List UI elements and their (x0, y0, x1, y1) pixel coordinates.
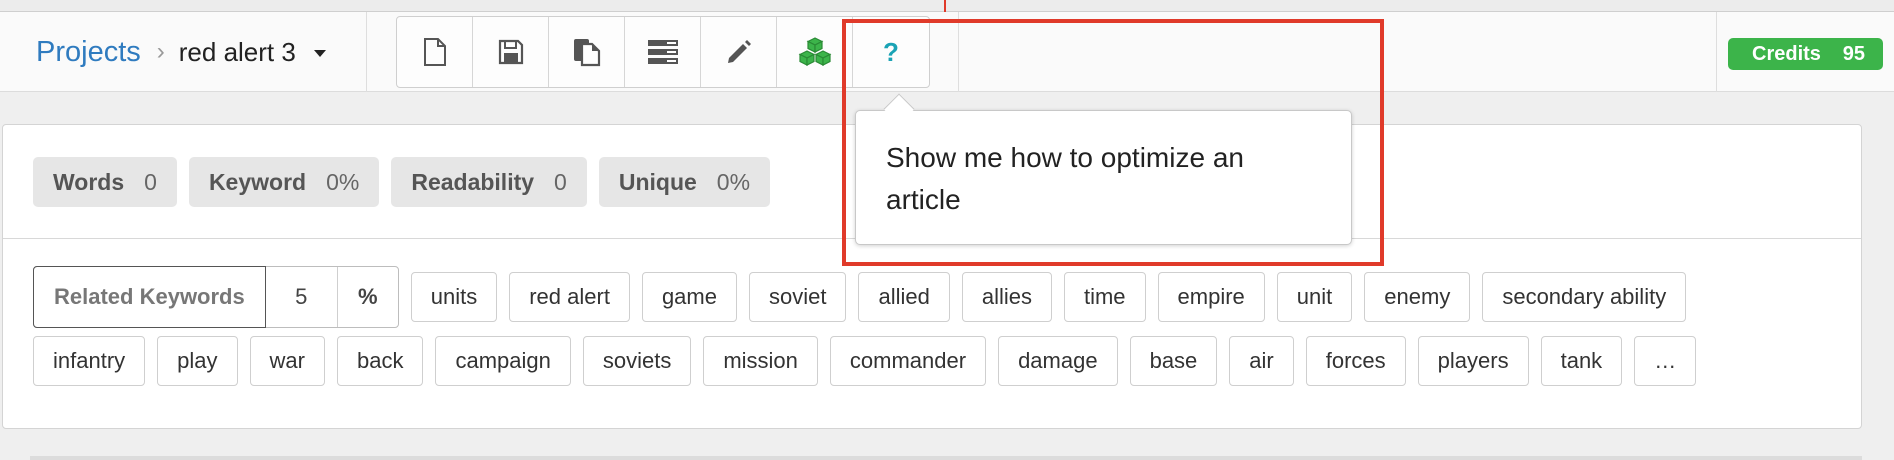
keyword-chip[interactable]: damage (998, 336, 1118, 386)
keyword-chip[interactable]: game (641, 272, 737, 322)
keyword-row: Related Keywords 5 % units red alert game s… (33, 266, 1833, 328)
keyword-chip[interactable]: enemy (1364, 272, 1471, 322)
keyword-chip[interactable]: commander (829, 336, 987, 386)
stat-label: Unique (618, 168, 697, 195)
percent-toggle[interactable]: % (338, 267, 398, 327)
help-tooltip[interactable]: Show me how to optimize an article (855, 93, 1352, 245)
keyword-chip[interactable]: forces (1305, 336, 1406, 386)
keyword-chip[interactable]: air (1229, 336, 1294, 386)
stat-unique: Unique 0% (598, 157, 771, 207)
cubes-icon (798, 37, 831, 66)
keyword-chip[interactable]: time (1063, 272, 1146, 322)
keyword-count[interactable]: 5 (266, 267, 338, 327)
breadcrumb-separator: › (156, 38, 165, 65)
save-icon (498, 39, 523, 65)
copy-button[interactable] (549, 17, 625, 87)
stat-keyword: Keyword 0% (188, 157, 380, 207)
project-name: red alert 3 (178, 36, 296, 67)
stat-value: 0% (326, 168, 360, 195)
highlight-connector (944, 0, 946, 12)
keyword-chip[interactable]: red alert (509, 272, 630, 322)
header-divider (366, 12, 367, 92)
keyword-chip[interactable]: mission (703, 336, 818, 386)
keyword-chip[interactable]: … (1634, 336, 1697, 386)
stat-label: Words (53, 168, 125, 195)
related-keywords-button[interactable]: Related Keywords (33, 266, 266, 328)
stat-value: 0 (144, 168, 157, 195)
bottom-panel-edge (30, 456, 1862, 460)
credits-badge[interactable]: Credits 95 (1728, 38, 1883, 70)
keyword-chip[interactable]: base (1129, 336, 1218, 386)
stats-bar: Words 0 Keyword 0% Readability 0 Unique … (33, 157, 782, 207)
stat-readability: Readability 0 (391, 157, 587, 207)
stat-words: Words 0 (33, 157, 177, 207)
copy-icon (573, 39, 600, 67)
save-button[interactable] (473, 17, 549, 87)
pencil-icon (727, 40, 751, 63)
top-strip (0, 0, 1894, 12)
keyword-chip[interactable]: secondary ability (1482, 272, 1687, 322)
projects-link[interactable]: Projects (36, 36, 141, 69)
stat-label: Readability (411, 168, 535, 195)
keyword-chip[interactable]: soviets (582, 336, 692, 386)
outline-list-icon (647, 40, 678, 64)
keyword-chip[interactable]: units (410, 272, 498, 322)
credits-label: Credits (1752, 42, 1821, 65)
outline-button[interactable] (625, 17, 701, 87)
keyword-chip[interactable]: back (336, 336, 424, 386)
keyword-chip[interactable]: soviet (748, 272, 847, 322)
keyword-chip[interactable]: allied (858, 272, 950, 322)
keyword-chip-list: infantry play war back campaign soviets missio… (33, 336, 1708, 386)
keyword-chip[interactable]: empire (1157, 272, 1265, 322)
keyword-chip[interactable]: campaign (435, 336, 571, 386)
keyword-chip[interactable]: unit (1276, 272, 1353, 322)
stat-value: 0 (554, 168, 567, 195)
keyword-chip-list: units red alert game soviet allied allies time… (410, 272, 1698, 322)
tooltip-text[interactable]: Show me how to optimize an article (886, 137, 1326, 221)
keyword-chip[interactable]: war (249, 336, 325, 386)
edit-button[interactable] (701, 17, 777, 87)
breadcrumb: Projects › red alert 3 (36, 34, 326, 70)
keyword-chip[interactable]: play (157, 336, 238, 386)
new-document-icon (423, 38, 446, 66)
stat-label: Keyword (208, 168, 307, 195)
credits-value: 95 (1842, 42, 1865, 65)
related-keywords-control: Related Keywords 5 % (33, 266, 399, 328)
keyword-chip[interactable]: tank (1540, 336, 1623, 386)
keyword-chip[interactable]: allies (961, 272, 1052, 322)
keyword-row: infantry play war back campaign soviets missio… (33, 335, 1833, 387)
header-divider (1716, 12, 1717, 92)
stat-value: 0% (716, 168, 751, 195)
related-keywords-area: Related Keywords 5 % units red alert game s… (33, 266, 1833, 387)
caret-down-icon[interactable] (313, 50, 326, 57)
keyword-chip[interactable]: players (1417, 336, 1529, 386)
new-document-button[interactable] (397, 17, 473, 87)
keyword-chip[interactable]: infantry (33, 336, 146, 386)
